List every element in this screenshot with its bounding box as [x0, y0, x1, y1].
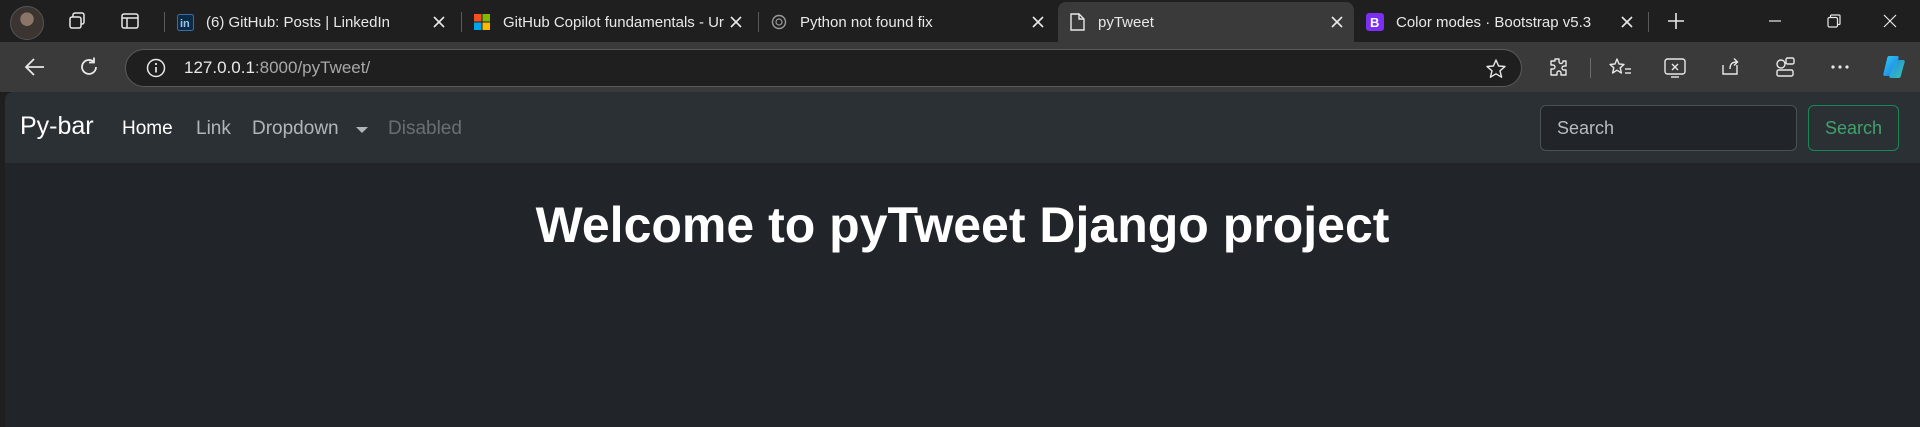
- tab-title: Color modes · Bootstrap v5.3: [1396, 13, 1592, 31]
- new-tab-icon[interactable]: [1658, 3, 1694, 39]
- extensions-icon[interactable]: [1540, 49, 1576, 85]
- collections-icon[interactable]: [1767, 49, 1803, 85]
- site-navbar: Py-bar Home Link Dropdown Disabled Searc…: [5, 92, 1920, 163]
- tab-title: pyTweet: [1098, 13, 1154, 31]
- chatgpt-icon: [770, 13, 788, 31]
- navbar-brand[interactable]: Py-bar: [20, 112, 94, 141]
- favorite-star-icon[interactable]: [1483, 56, 1509, 82]
- close-icon[interactable]: [1616, 11, 1638, 33]
- microsoft-icon: [473, 13, 491, 31]
- url-text: 127.0.0.1:8000/pyTweet/: [184, 58, 370, 78]
- back-arrow-icon[interactable]: [17, 49, 53, 85]
- minimize-icon[interactable]: [1749, 0, 1801, 42]
- tab-pytweet[interactable]: pyTweet: [1058, 2, 1354, 42]
- profile-avatar[interactable]: [10, 6, 44, 40]
- browser-toolbar: 127.0.0.1:8000/pyTweet/: [0, 42, 1920, 92]
- caret-down-icon[interactable]: [356, 127, 368, 133]
- tab-title: (6) GitHub: Posts | LinkedIn: [206, 13, 390, 31]
- linkedin-icon: in: [176, 13, 194, 31]
- bootstrap-icon: B: [1366, 13, 1384, 31]
- tab-bootstrap-color-modes[interactable]: B Color modes · Bootstrap v5.3: [1356, 4, 1644, 40]
- restore-icon[interactable]: [1808, 0, 1860, 42]
- svg-text:in: in: [180, 18, 190, 30]
- workspaces-icon[interactable]: [60, 3, 96, 39]
- screenshot-icon[interactable]: [1657, 49, 1693, 85]
- nav-link-link[interactable]: Link: [196, 118, 231, 140]
- tab-separator: [758, 12, 759, 32]
- vertical-tabs-icon[interactable]: [112, 3, 148, 39]
- page-title: Welcome to pyTweet Django project: [535, 197, 1390, 253]
- tab-copilot-fundamentals[interactable]: GitHub Copilot fundamentals - Ur: [463, 4, 753, 40]
- browser-tab-strip: in (6) GitHub: Posts | LinkedIn GitHub C…: [0, 0, 1920, 42]
- copilot-icon[interactable]: [1876, 49, 1912, 85]
- close-icon[interactable]: [725, 11, 747, 33]
- address-bar[interactable]: 127.0.0.1:8000/pyTweet/: [125, 49, 1522, 87]
- tab-separator: [164, 12, 165, 32]
- tab-title: GitHub Copilot fundamentals - Ur: [503, 13, 724, 31]
- close-icon[interactable]: [1027, 11, 1049, 33]
- url-path: :8000/pyTweet/: [254, 58, 371, 77]
- more-options-icon[interactable]: [1822, 49, 1858, 85]
- tab-title: Python not found fix: [800, 13, 933, 31]
- favorites-icon[interactable]: [1602, 49, 1638, 85]
- search-input[interactable]: [1540, 105, 1797, 151]
- toolbar-separator: [1590, 58, 1591, 78]
- tab-python-not-found[interactable]: Python not found fix: [760, 4, 1055, 40]
- nav-link-dropdown[interactable]: Dropdown: [252, 118, 339, 140]
- close-icon[interactable]: [428, 11, 450, 33]
- tab-separator: [461, 12, 462, 32]
- svg-text:B: B: [1370, 15, 1379, 30]
- close-icon[interactable]: [1326, 11, 1348, 33]
- site-info-icon[interactable]: [144, 56, 168, 80]
- tab-separator: [1648, 12, 1649, 32]
- tab-linkedin[interactable]: in (6) GitHub: Posts | LinkedIn: [166, 4, 456, 40]
- share-icon[interactable]: [1712, 49, 1748, 85]
- page-viewport: Py-bar Home Link Dropdown Disabled Searc…: [5, 92, 1920, 427]
- url-host: 127.0.0.1: [184, 58, 255, 77]
- refresh-icon[interactable]: [71, 49, 107, 85]
- page-icon: [1068, 13, 1086, 31]
- close-window-icon[interactable]: [1864, 0, 1916, 42]
- nav-link-home[interactable]: Home: [122, 118, 173, 140]
- nav-link-disabled: Disabled: [388, 118, 462, 139]
- search-button[interactable]: Search: [1808, 105, 1899, 151]
